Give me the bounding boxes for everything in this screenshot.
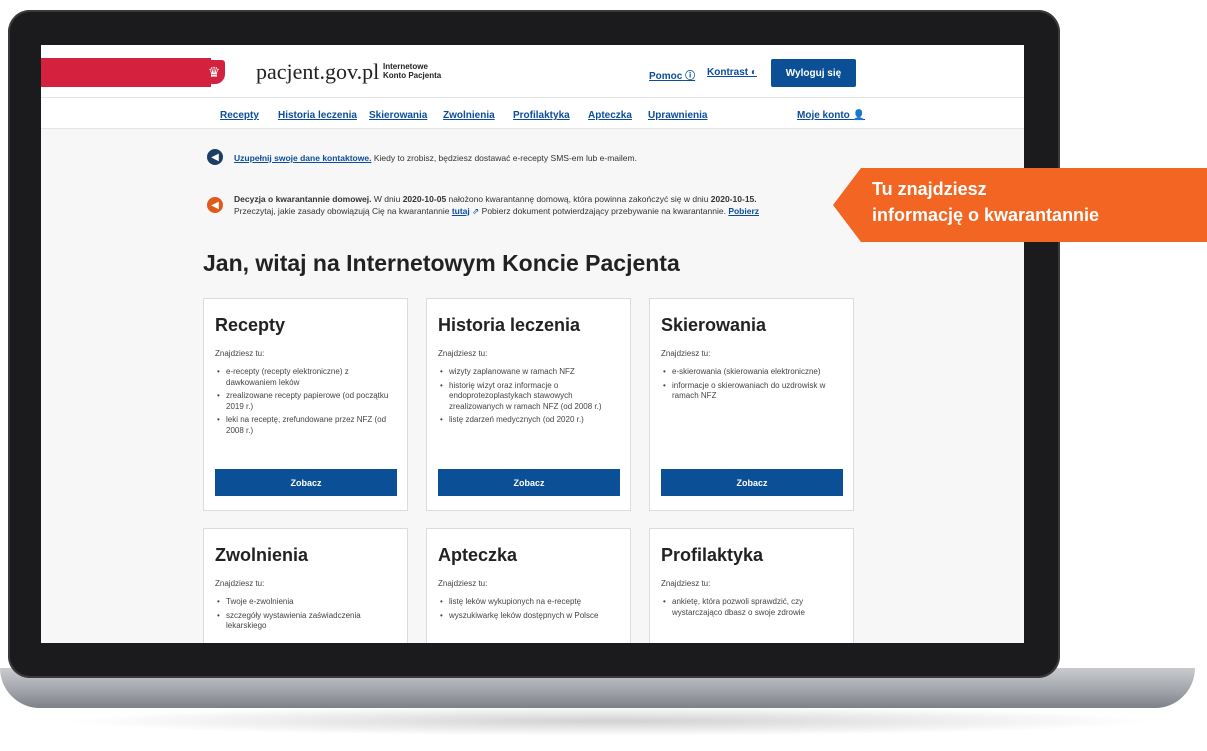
megaphone-icon: ◀ [207, 149, 223, 165]
quarantine-line1: Decyzja o kwarantannie domowej. W dniu 2… [234, 193, 759, 205]
site-subtitle: Internetowe Konto Pacjenta [383, 62, 453, 80]
nav-item-recepty[interactable]: Recepty [220, 110, 259, 121]
card-intro: Znajdziesz tu: [215, 349, 265, 358]
quarantine-text1: W dniu [373, 194, 401, 204]
card-title: Zwolnienia [215, 545, 309, 565]
recepty-zobacz-button[interactable]: Zobacz [215, 469, 397, 496]
quarantine-text2: nałożono kwarantannę domową, która powin… [448, 194, 709, 204]
list-item: listę zdarzeń medycznych (od 2020 r.) [438, 415, 623, 426]
logout-button[interactable]: Wyloguj się [771, 59, 856, 87]
contact-banner-text: Kiedy to zrobisz, będziesz dostawać e-re… [373, 153, 637, 163]
brand-strip [41, 58, 211, 87]
list-item: zrealizowane recepty papierowe (od począ… [215, 391, 400, 412]
card-intro: Znajdziesz tu: [661, 349, 711, 358]
callout-text: Tu znajdziesz informację o kwarantannie [872, 176, 1202, 228]
nav-item-skierowania[interactable]: Skierowania [369, 110, 427, 121]
contrast-icon: ◐ [750, 67, 757, 78]
card-historia: Historia leczenia Znajdziesz tu: wizyty … [426, 298, 631, 511]
list-item: ankietę, która pozwoli sprawdzić, czy wy… [661, 597, 846, 618]
account-label: Moje konto [797, 110, 850, 121]
list-item: szczegóły wystawienia zaświadczenia leka… [215, 611, 400, 632]
main-nav: Recepty Historia leczenia Skierowania Zw… [41, 97, 1024, 129]
quarantine-title: Decyzja o kwarantannie domowej. [234, 194, 372, 204]
contact-banner: Uzupełnij swoje dane kontaktowe. Kiedy t… [234, 152, 637, 164]
list-item: Twoje e-zwolnienia [215, 597, 400, 608]
contact-data-link[interactable]: Uzupełnij swoje dane kontaktowe. [234, 153, 371, 163]
laptop-shadow [60, 706, 1160, 736]
nav-item-uprawnienia[interactable]: Uprawnienia [648, 110, 707, 121]
quarantine-rules-text: Przeczytaj, jakie zasady obowiązują Cię … [234, 206, 450, 216]
quarantine-start-date: 2020-10-05 [402, 194, 447, 204]
card-list: Twoje e-zwolnienia szczegóły wystawienia… [215, 597, 400, 635]
card-title: Recepty [215, 315, 286, 335]
card-list: e-recepty (recepty elektroniczne) z dawk… [215, 367, 400, 439]
card-list: ankietę, która pozwoli sprawdzić, czy wy… [661, 597, 846, 621]
card-title: Historia leczenia [438, 315, 581, 335]
card-intro: Znajdziesz tu: [438, 579, 488, 588]
card-list: listę leków wykupionych na e-receptę wys… [438, 597, 623, 624]
skierowania-zobacz-button[interactable]: Zobacz [661, 469, 843, 496]
nav-item-historia[interactable]: Historia leczenia [278, 110, 357, 121]
eagle-icon: ♛ [203, 60, 225, 84]
contrast-label: Kontrast [707, 67, 749, 78]
quarantine-line2: Przeczytaj, jakie zasady obowiązują Cię … [234, 205, 759, 217]
external-link-icon: ⇗ [472, 206, 480, 216]
quarantine-rules-link[interactable]: tutaj [452, 206, 470, 216]
help-label: Pomoc [649, 71, 683, 82]
quarantine-banner: Decyzja o kwarantannie domowej. W dniu 2… [234, 193, 759, 217]
nav-item-profilaktyka[interactable]: Profilaktyka [513, 110, 570, 121]
quarantine-download-text: Pobierz dokument potwierdzający przebywa… [481, 206, 726, 216]
callout-line2: informację o kwarantannie [872, 205, 1100, 225]
site-logo[interactable]: pacjent.gov.pl [256, 59, 379, 85]
list-item: wizyty zaplanowane w ramach NFZ [438, 367, 623, 378]
contrast-link[interactable]: Kontrast ◐ [707, 67, 757, 78]
callout-line1: Tu znajdziesz [872, 179, 987, 199]
historia-zobacz-button[interactable]: Zobacz [438, 469, 620, 496]
warning-megaphone-icon: ◀ [207, 197, 223, 213]
help-link[interactable]: Pomoc ⓘ [649, 67, 695, 82]
list-item: e-skierowania (skierowania elektroniczne… [661, 367, 846, 378]
list-item: historię wizyt oraz informacje o endopro… [438, 381, 623, 413]
list-item: listę leków wykupionych na e-receptę [438, 597, 623, 608]
page-title: Jan, witaj na Internetowym Koncie Pacjen… [203, 250, 680, 276]
card-intro: Znajdziesz tu: [438, 349, 488, 358]
card-recepty: Recepty Znajdziesz tu: e-recepty (recept… [203, 298, 408, 511]
user-icon: 👤 [852, 110, 866, 121]
card-title: Profilaktyka [661, 545, 764, 565]
card-zwolnienia: Zwolnienia Znajdziesz tu: Twoje e-zwolni… [203, 528, 408, 643]
account-link[interactable]: Moje konto 👤 [797, 110, 865, 121]
list-item: wyszukiwarkę leków dostępnych w Polsce [438, 611, 623, 622]
screen: ♛ pacjent.gov.pl Internetowe Konto Pacje… [41, 45, 1024, 643]
quarantine-download-link[interactable]: Pobierz [728, 206, 759, 216]
help-icon: ⓘ [685, 71, 696, 82]
header: ♛ pacjent.gov.pl Internetowe Konto Pacje… [41, 45, 1024, 97]
card-intro: Znajdziesz tu: [215, 579, 265, 588]
card-intro: Znajdziesz tu: [661, 579, 711, 588]
list-item: leki na receptę, zrefundowane przez NFZ … [215, 415, 400, 436]
card-apteczka: Apteczka Znajdziesz tu: listę leków wyku… [426, 528, 631, 643]
quarantine-end-date: 2020-10-15. [710, 194, 757, 204]
card-list: wizyty zaplanowane w ramach NFZ historię… [438, 367, 623, 429]
nav-item-apteczka[interactable]: Apteczka [588, 110, 632, 121]
card-profilaktyka: Profilaktyka Znajdziesz tu: ankietę, któ… [649, 528, 854, 643]
list-item: e-recepty (recepty elektroniczne) z dawk… [215, 367, 400, 388]
site-subtitle-line1: Internetowe [383, 62, 428, 71]
list-item: informacje o skierowaniach do uzdrowisk … [661, 381, 846, 402]
card-skierowania: Skierowania Znajdziesz tu: e-skierowania… [649, 298, 854, 511]
card-title: Skierowania [661, 315, 767, 335]
card-title: Apteczka [438, 545, 518, 565]
site-subtitle-line2: Konto Pacjenta [383, 71, 442, 80]
nav-item-zwolnienia[interactable]: Zwolnienia [443, 110, 495, 121]
card-list: e-skierowania (skierowania elektroniczne… [661, 367, 846, 405]
